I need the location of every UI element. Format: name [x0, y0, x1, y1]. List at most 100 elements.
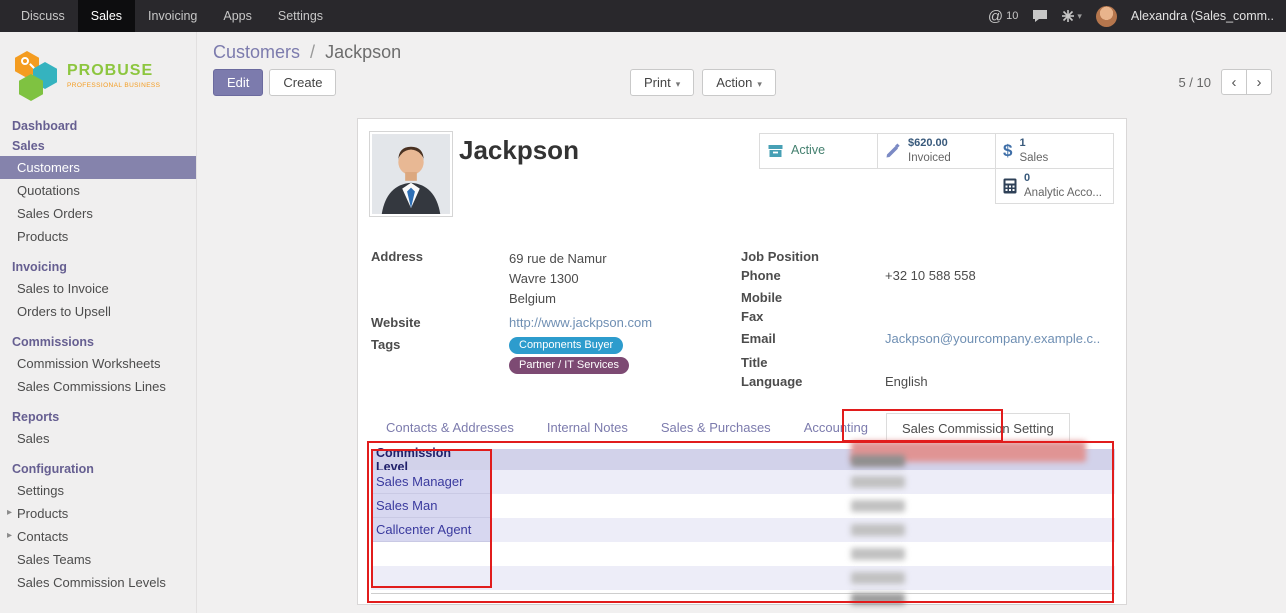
topbar-right: @ 10 ▾ Alexandra (Sales_comm..: [988, 0, 1286, 32]
title-label: Title: [741, 355, 885, 371]
sidebar-item-products[interactable]: Products: [0, 225, 196, 248]
sidebar-heading-commissions[interactable]: Commissions: [0, 332, 196, 352]
pager-previous-button[interactable]: ‹: [1221, 69, 1247, 95]
sidebar-item-label: Contacts: [17, 529, 68, 544]
address-label: Address: [371, 249, 509, 309]
analytic-count-value: 0: [1024, 172, 1102, 186]
commission-level-header: Commission Level: [371, 449, 491, 470]
sidebar-item-sales-teams[interactable]: Sales Teams: [0, 548, 196, 571]
expand-caret-icon: ▸: [7, 530, 12, 541]
breadcrumb-customers[interactable]: Customers: [213, 42, 300, 62]
sales-count-label: Sales: [1019, 151, 1048, 165]
table-row-sales-man[interactable]: Sales Man: [371, 494, 1115, 518]
activity-menu[interactable]: @ 10: [988, 8, 1018, 25]
menu-discuss[interactable]: Discuss: [8, 0, 78, 32]
sidebar-item-sales-orders[interactable]: Sales Orders: [0, 202, 196, 225]
sidebar-item-sales-to-invoice[interactable]: Sales to Invoice: [0, 277, 196, 300]
redaction-blur: [851, 500, 905, 512]
action-label: Action: [716, 75, 752, 90]
at-icon: @: [988, 8, 1003, 25]
invoiced-stat-button[interactable]: $620.00 Invoiced: [877, 133, 996, 169]
customer-form-sheet: Jackpson Active $620.00 Invoiced: [357, 118, 1127, 605]
top-menubar: Discuss Sales Invoicing Apps Settings @ …: [0, 0, 1286, 32]
sidebar-heading-configuration[interactable]: Configuration: [0, 459, 196, 479]
tab-sales-purchases[interactable]: Sales & Purchases: [646, 413, 786, 442]
redaction-blur: [851, 593, 905, 605]
sales-stat-button[interactable]: $ 1 Sales: [995, 133, 1114, 169]
invoiced-value: $620.00: [908, 137, 951, 151]
action-dropdown[interactable]: Action▾: [702, 69, 776, 96]
redaction-blur: [851, 548, 905, 560]
address-value: 69 rue de Namur Wavre 1300 Belgium: [509, 249, 607, 309]
sidebar-item-sales-commissions-lines[interactable]: Sales Commissions Lines: [0, 375, 196, 398]
edit-button[interactable]: Edit: [213, 69, 263, 96]
notebook-tabs: Contacts & Addresses Internal Notes Sale…: [371, 413, 1113, 443]
table-row-sales-manager[interactable]: Sales Manager: [371, 470, 1115, 494]
sidebar-heading-sales[interactable]: Sales: [0, 136, 196, 156]
sidebar-item-quotations[interactable]: Quotations: [0, 179, 196, 202]
sidebar-item-sales-commission-levels[interactable]: Sales Commission Levels: [0, 571, 196, 594]
commission-level-cell: Callcenter Agent: [371, 518, 491, 542]
print-dropdown[interactable]: Print ▾: [630, 69, 694, 96]
sidebar-item-settings[interactable]: Settings: [0, 479, 196, 502]
sidebar-item-config-contacts[interactable]: ▸ Contacts: [0, 525, 196, 548]
redaction-blur: [851, 476, 905, 488]
sidebar-item-commission-worksheets[interactable]: Commission Worksheets: [0, 352, 196, 375]
customer-photo[interactable]: [369, 131, 453, 217]
messages-icon[interactable]: [1032, 9, 1048, 23]
print-label: Print: [644, 75, 671, 90]
tab-sales-commission-setting[interactable]: Sales Commission Setting: [886, 413, 1070, 443]
sidebar-item-reports-sales[interactable]: Sales: [0, 427, 196, 450]
main-content: Customers / Jackpson Edit Create Print▾ …: [197, 32, 1286, 613]
stat-buttons: Active $620.00 Invoiced $ 1 Sales: [756, 133, 1114, 204]
probuse-logo: PROBUSE PROFESSIONAL BUSINESS: [0, 32, 196, 116]
user-menu[interactable]: Alexandra (Sales_comm..: [1131, 9, 1274, 23]
tab-accounting[interactable]: Accounting: [789, 413, 883, 442]
commission-level-cell: [371, 542, 491, 566]
commission-level-cell: Sales Man: [371, 494, 491, 518]
active-toggle-button[interactable]: Active: [759, 133, 878, 169]
table-row-callcenter-agent[interactable]: Callcenter Agent: [371, 518, 1115, 542]
address-line: 69 rue de Namur: [509, 249, 607, 269]
breadcrumb-current: Jackpson: [325, 42, 401, 62]
debug-menu[interactable]: ▾: [1062, 10, 1082, 22]
right-field-column: Job Position Phone +32 10 588 558 Mobile…: [741, 249, 1113, 393]
menu-settings[interactable]: Settings: [265, 0, 336, 32]
language-value: English: [885, 374, 928, 390]
menu-apps[interactable]: Apps: [210, 0, 265, 32]
create-button[interactable]: Create: [269, 69, 336, 96]
form-buttons: Edit Create: [213, 69, 336, 96]
sidebar-item-customers[interactable]: Customers: [0, 156, 196, 179]
phone-label: Phone: [741, 268, 885, 284]
website-link[interactable]: http://www.jackpson.com: [509, 315, 652, 331]
phone-value: +32 10 588 558: [885, 268, 976, 284]
address-line: Belgium: [509, 289, 607, 309]
tag-partner-it-services: Partner / IT Services: [509, 357, 629, 374]
table-row-empty[interactable]: [371, 542, 1115, 566]
menu-sales[interactable]: Sales: [78, 0, 135, 32]
sidebar-heading-invoicing[interactable]: Invoicing: [0, 257, 196, 277]
commission-level-cell: [371, 566, 491, 590]
menu-invoicing[interactable]: Invoicing: [135, 0, 210, 32]
sidebar-item-orders-to-upsell[interactable]: Orders to Upsell: [0, 300, 196, 323]
tab-internal-notes[interactable]: Internal Notes: [532, 413, 643, 442]
pager-next-button[interactable]: ›: [1246, 69, 1272, 95]
user-avatar[interactable]: [1096, 6, 1117, 27]
logo-hexagons-icon: [14, 48, 58, 102]
sales-count-value: 1: [1019, 137, 1048, 151]
sidebar-heading-dashboard[interactable]: Dashboard: [0, 116, 196, 136]
tag-components-buyer: Components Buyer: [509, 337, 623, 354]
breadcrumb-separator: /: [310, 42, 315, 62]
fax-label: Fax: [741, 309, 885, 325]
table-row-empty[interactable]: [371, 566, 1115, 590]
analytic-accounts-stat-button[interactable]: 0 Analytic Acco...: [995, 168, 1114, 204]
address-line: Wavre 1300: [509, 269, 607, 289]
chevron-down-icon: ▾: [676, 79, 681, 89]
sidebar-item-config-products[interactable]: ▸ Products: [0, 502, 196, 525]
sidebar-heading-reports[interactable]: Reports: [0, 407, 196, 427]
email-link[interactable]: Jackpson@yourcompany.example.c..: [885, 331, 1100, 347]
tab-contacts-addresses[interactable]: Contacts & Addresses: [371, 413, 529, 442]
redaction-blur: [851, 572, 905, 584]
calculator-icon: [1003, 178, 1017, 194]
pager-counter: 5 / 10: [1178, 75, 1211, 90]
